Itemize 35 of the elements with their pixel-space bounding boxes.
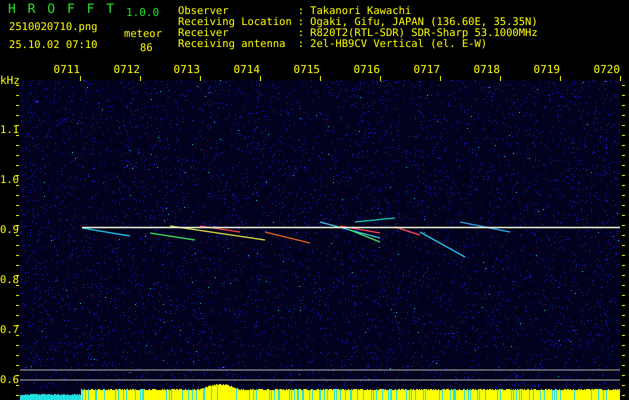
unit-label: kHz <box>0 74 20 87</box>
time-label: 0716 <box>354 63 380 76</box>
info-label: Receiving antenna <box>178 39 286 50</box>
info-separator: : <box>298 28 304 39</box>
app-name: H R O F F T <box>8 4 114 15</box>
info-label: Receiver <box>178 28 229 39</box>
frequency-label: 0.7 <box>0 324 19 336</box>
time-label: 0720 <box>594 63 620 76</box>
detection-count: 86 <box>140 43 153 54</box>
info-value: 2el-HB9CV Vertical (el. E-W) <box>310 39 488 50</box>
frequency-label: 1.1 <box>0 124 19 136</box>
time-label: 0712 <box>114 63 140 76</box>
timestamp: 25.10.02 07:10 <box>9 40 98 51</box>
time-label: 0711 <box>54 63 80 76</box>
time-label: 0719 <box>534 63 560 76</box>
frequency-label: 0.6 <box>0 374 19 386</box>
info-value: Ogaki, Gifu, JAPAN (136.60E, 35.35N) <box>310 17 538 28</box>
time-label: 0717 <box>414 63 440 76</box>
info-separator: : <box>298 17 304 28</box>
time-label: 0714 <box>234 63 260 76</box>
info-label: Observer <box>178 6 230 17</box>
info-separator: : <box>298 39 304 50</box>
frequency-label: 0.8 <box>0 274 19 286</box>
frequency-label: 0.9 <box>0 224 19 236</box>
time-label: 0713 <box>174 63 200 76</box>
info-value: Takanori Kawachi <box>310 6 412 17</box>
time-label: 0718 <box>474 63 500 76</box>
frequency-label: 1.0 <box>0 174 19 186</box>
time-label: 0715 <box>294 63 320 76</box>
info-value: R820T2(RTL-SDR) SDR-Sharp 53.1000MHz <box>310 28 538 39</box>
detection-label: meteor <box>124 29 162 40</box>
filename: 2510020710.png <box>9 22 98 33</box>
info-separator: : <box>298 6 304 17</box>
version-label: 1.0.0 <box>126 7 160 18</box>
info-label: Receiving Location <box>178 17 292 28</box>
